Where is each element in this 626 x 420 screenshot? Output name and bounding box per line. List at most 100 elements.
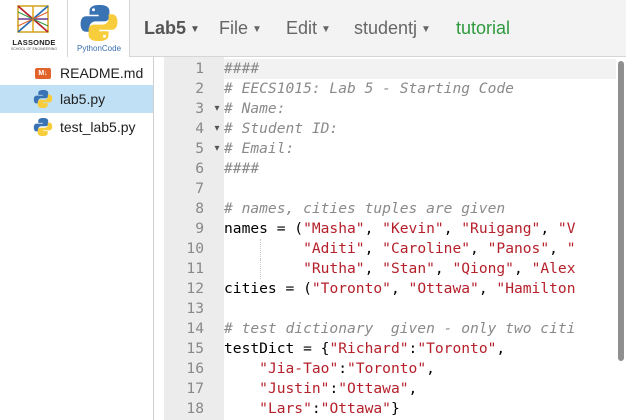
indent-guide (260, 259, 261, 279)
file-item-test-lab5[interactable]: test_lab5.py (0, 113, 153, 141)
file-item-lab5[interactable]: lab5.py (0, 85, 153, 113)
code-line: "Rutha", "Stan", "Qiong", "Alex (224, 259, 575, 279)
file-name: test_lab5.py (60, 119, 136, 135)
code-line: #### (224, 159, 259, 179)
code-string: "Toronto" (311, 280, 391, 297)
fold-arrow-icon[interactable]: ▾ (212, 139, 222, 159)
code-comment: #### (224, 60, 260, 77)
python-logo-icon (80, 5, 118, 41)
code-text-area[interactable]: #### # EECS1015: Lab 5 - Starting Code # N… (224, 57, 616, 420)
line-number: 6 (195, 160, 204, 177)
top-bar: LASSONDE SCHOOL OF ENGINEERING PythonCod… (0, 0, 626, 57)
lassonde-logo[interactable]: LASSONDE SCHOOL OF ENGINEERING (0, 0, 68, 57)
editor-scrollbar[interactable] (616, 57, 626, 420)
code-string: "Justin" (259, 380, 330, 397)
line-number: 17 (186, 380, 204, 397)
code-comment: # names, cities tuples are given (224, 200, 506, 217)
code-line: names = ("Masha", "Kevin", "Ruigang", "V (224, 219, 576, 239)
code-string: "Panos" (487, 240, 550, 257)
line-number: 11 (186, 260, 204, 277)
code-token: , (408, 380, 418, 397)
line-number: 10 (186, 240, 204, 257)
code-line: # names, cities tuples are given (224, 199, 505, 219)
editor-left-padding (154, 57, 164, 420)
file-name: lab5.py (60, 91, 106, 107)
code-string: "Aditi" (303, 240, 365, 257)
code-comment: # Student ID: (224, 120, 339, 137)
active-line-highlight (224, 59, 616, 79)
lab-menu[interactable]: Lab5 ▼ (144, 0, 200, 57)
indent-guide (260, 239, 261, 259)
code-comment: # EECS1015: Lab 5 - Starting Code (224, 80, 514, 97)
code-string: "Ottawa" (338, 380, 409, 397)
code-line: # Name: (224, 99, 286, 119)
code-string: "Caroline" (382, 240, 471, 257)
code-token: , (540, 220, 558, 237)
code-token: , (470, 240, 488, 257)
code-token: : (311, 400, 321, 417)
fold-arrow-icon[interactable]: ▾ (212, 99, 222, 119)
line-number: 8 (195, 200, 204, 217)
code-comment: # Email: (224, 140, 295, 157)
code-token: , (364, 260, 383, 277)
code-line: # Student ID: (224, 119, 338, 139)
code-line: "Aditi", "Caroline", "Panos", " (224, 239, 576, 259)
user-menu[interactable]: studentj ▼ (354, 0, 431, 57)
line-number-gutter: 123▾4▾5▾678910111213141516171819 (164, 57, 224, 420)
caret-down-icon: ▼ (321, 24, 331, 35)
scrollbar-thumb[interactable] (618, 61, 624, 361)
file-menu[interactable]: File ▼ (219, 0, 262, 57)
line-number: 1 (195, 60, 204, 77)
code-line: # EECS1015: Lab 5 - Starting Code (224, 79, 514, 99)
code-string: "Rutha" (303, 260, 365, 277)
code-token: names = ( (224, 220, 304, 237)
line-number: 18 (186, 400, 204, 417)
code-string: "Jia-Tao" (259, 360, 339, 377)
caret-down-icon: ▼ (252, 24, 262, 35)
file-item-readme[interactable]: M↓ README.md (0, 59, 153, 87)
code-token: , (364, 240, 383, 257)
python-icon (32, 88, 54, 110)
code-string: "Kevin" (382, 220, 444, 237)
code-token: } (390, 400, 400, 417)
python-code-logo[interactable]: PythonCode (68, 0, 130, 57)
code-line: # Email: (224, 139, 294, 159)
line-number: 3 (195, 100, 204, 117)
code-comment: # test dictionary given - only two citi (224, 320, 576, 337)
code-line: "Lars":"Ottawa"} (224, 399, 400, 419)
caret-down-icon: ▼ (421, 24, 431, 35)
lab-menu-label: Lab5 (144, 18, 187, 38)
fold-arrow-icon[interactable]: ▾ (212, 119, 222, 139)
code-string: "Toronto" (417, 340, 497, 357)
code-string: " (566, 240, 576, 257)
code-editor[interactable]: 123▾4▾5▾678910111213141516171819 ##### E… (154, 57, 626, 420)
code-token: , (426, 360, 435, 377)
code-line: "Justin":"Ottawa", (224, 379, 417, 399)
edit-menu-label: Edit (286, 18, 318, 38)
line-number: 5 (195, 140, 204, 157)
code-string: "Stan" (382, 260, 435, 277)
code-token: , (434, 260, 453, 277)
tutorial-link[interactable]: tutorial (456, 0, 510, 57)
code-token: : (408, 340, 418, 357)
code-line: #### (224, 59, 259, 79)
edit-menu[interactable]: Edit ▼ (286, 0, 331, 57)
line-number: 12 (186, 280, 204, 297)
code-token: , (478, 280, 497, 297)
line-number: 4 (195, 120, 204, 137)
lassonde-emblem-icon (17, 5, 49, 33)
python-code-wordmark: PythonCode (76, 44, 122, 53)
line-number: 13 (186, 300, 204, 317)
code-token: : (338, 360, 348, 377)
markdown-icon: M↓ (32, 62, 54, 84)
line-number: 2 (195, 80, 204, 97)
lassonde-wordmark: LASSONDE (12, 38, 56, 47)
code-token: , (513, 260, 532, 277)
code-comment: # Name: (224, 100, 286, 117)
line-number: 15 (186, 340, 204, 357)
line-number: 16 (186, 360, 204, 377)
code-string: "Ottawa" (320, 400, 391, 417)
